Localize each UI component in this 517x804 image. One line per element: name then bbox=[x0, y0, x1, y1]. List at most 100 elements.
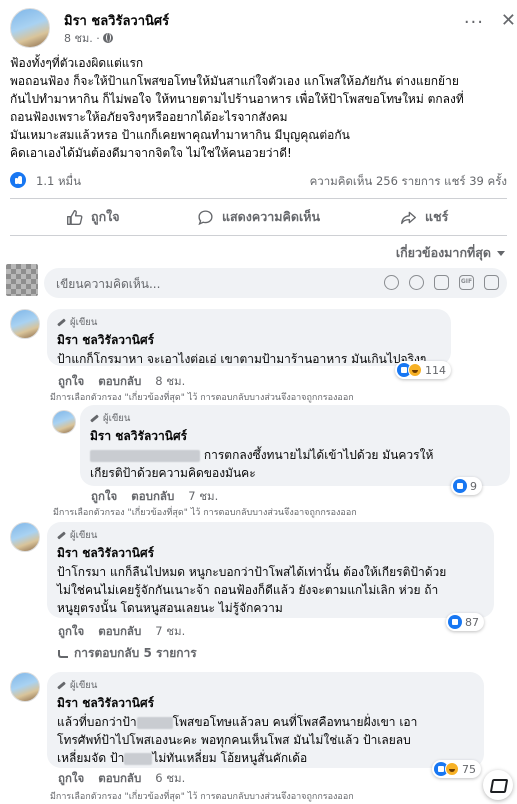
post-actions: ถูกใจ แสดงความคิดเห็น แชร์ bbox=[10, 202, 507, 232]
comment-reactions[interactable]: 87 bbox=[446, 613, 484, 631]
reaction-count: 75 bbox=[462, 762, 476, 776]
post-line: คิดเอาเองได้มันต้องดีมาจากจิตใจ ไม่ใช่ให… bbox=[10, 146, 292, 160]
reaction-count[interactable]: 1.1 หมื่น bbox=[36, 173, 81, 191]
commenter-avatar[interactable] bbox=[10, 522, 40, 552]
commenter-name[interactable]: มิรา ชลวิรัลวานิศร์ bbox=[57, 331, 441, 350]
like-reaction-icon bbox=[10, 172, 26, 188]
author-badge: ผู้เขียน bbox=[90, 412, 500, 425]
emoji-icon[interactable] bbox=[409, 275, 424, 290]
new-message-button[interactable] bbox=[483, 770, 513, 800]
comment-reply-button[interactable]: ตอบกลับ bbox=[98, 770, 141, 788]
commenter-avatar[interactable] bbox=[52, 410, 76, 434]
reaction-count: 114 bbox=[425, 363, 446, 377]
composer-tools: GIF bbox=[384, 275, 499, 290]
view-replies-label: การตอบกลับ 5 รายการ bbox=[74, 646, 197, 660]
post-time[interactable]: 8 ชม. · bbox=[64, 29, 100, 47]
like-reaction-icon bbox=[448, 615, 462, 629]
comment-meta: ถูกใจ ตอบกลับ 6 ชม. bbox=[58, 770, 185, 788]
reaction-count: 9 bbox=[470, 479, 477, 493]
comment-meta: ถูกใจ ตอบกลับ 8 ชม. bbox=[58, 373, 185, 391]
comment-text-segment: โพสขอโทษแล้วลบ คนที่โพสคือทนายฝั่งเขา เอ… bbox=[172, 715, 418, 729]
pen-icon bbox=[90, 414, 99, 423]
share-icon bbox=[401, 211, 417, 224]
comment-meta: ถูกใจ ตอบกลับ 7 ชม. bbox=[58, 623, 185, 641]
redacted-text bbox=[124, 752, 153, 765]
close-icon[interactable]: ✕ bbox=[501, 12, 516, 30]
more-options-icon[interactable]: ··· bbox=[464, 14, 484, 32]
share-button[interactable]: แชร์ bbox=[341, 202, 507, 232]
comment-bubble: ผู้เขียน มิรา ชลวิรัลวานิศร์ แล้วที่บอกว… bbox=[47, 672, 484, 768]
commenter-name[interactable]: มิรา ชลวิรัลวานิศร์ bbox=[57, 694, 474, 713]
comment-reply-button[interactable]: ตอบกลับ bbox=[131, 488, 174, 506]
comment-text: เกียรติป้าด้วยความคิดของมันคะ bbox=[90, 466, 256, 480]
comment-sort-dropdown[interactable]: เกี่ยวข้องมากที่สุด bbox=[396, 243, 505, 263]
camera-icon[interactable] bbox=[434, 275, 449, 290]
post-author-name[interactable]: มิรา ชลวิรัลวานิศร์ bbox=[64, 10, 169, 31]
sticker-icon[interactable] bbox=[484, 275, 499, 290]
commenter-avatar[interactable] bbox=[10, 309, 40, 339]
comment-text: แล้วที่บอกว่าป้า โพสขอโทษแล้วลบ คนที่โพสค… bbox=[57, 713, 474, 731]
comment-meta: ถูกใจ ตอบกลับ 7 ชม. bbox=[91, 488, 218, 506]
comment-like-button[interactable]: ถูกใจ bbox=[91, 488, 117, 506]
comment-bubble: ผู้เขียน มิรา ชลวิรัลวานิศร์ ป้าแกก็โกรม… bbox=[47, 309, 451, 366]
comment-text: ไม่ใช่คนไม่เคยรู้จักกันเนาะจ้า ถอนฟ้องก็… bbox=[57, 583, 439, 597]
post-line: พอถอนฟ้อง ก็จะให้ป้าแกโพสขอโทษให้มันสาแก… bbox=[10, 74, 459, 88]
comment-like-button[interactable]: ถูกใจ bbox=[58, 770, 84, 788]
filter-note: มีการเลือกตัวกรอง "เกี่ยวข้องที่สุด" ไว้… bbox=[50, 792, 354, 802]
commenter-name[interactable]: มิรา ชลวิรัลวานิศร์ bbox=[90, 427, 500, 446]
commenter-avatar[interactable] bbox=[10, 672, 40, 702]
comment-like-button[interactable]: ถูกใจ bbox=[58, 623, 84, 641]
divider bbox=[10, 198, 507, 199]
like-button[interactable]: ถูกใจ bbox=[10, 202, 176, 232]
filter-note: มีการเลือกตัวกรอง "เกี่ยวข้องที่สุด" ไว้… bbox=[53, 508, 357, 518]
comment-text: ป้าแกก็โกรมาหา จะเอาไงต่อเอ่ เขาตามป้ามา… bbox=[57, 352, 427, 366]
author-badge-label: ผู้เขียน bbox=[70, 530, 98, 541]
reaction-count: 87 bbox=[465, 615, 479, 629]
pen-icon bbox=[57, 318, 66, 327]
comment-text: ป้าโกรมา แกก็ลืนไปหมด หนูกะบอกว่าป้าโพสไ… bbox=[57, 565, 447, 579]
comment-time[interactable]: 8 ชม. bbox=[155, 373, 185, 391]
comment-time[interactable]: 6 ชม. bbox=[155, 770, 185, 788]
comment-text-segment: ไม่ทันเหลี่ยม โอ้ยหนูสั่นคักเด้อ bbox=[152, 751, 308, 765]
author-badge-label: ผู้เขียน bbox=[103, 413, 131, 424]
post-line: ฟ้องทั้งๆที่ตัวเองผิดแต่แรก bbox=[10, 56, 144, 70]
comment-placeholder: เขียนความคิดเห็น... bbox=[56, 277, 161, 291]
reply-arrow-icon bbox=[58, 649, 68, 658]
post-line: ถอนฟ้องเพราะให้อภัยจริงๆหรืออยากได้อะไรจ… bbox=[10, 110, 288, 124]
comment-input[interactable]: เขียนความคิดเห็น... GIF bbox=[44, 268, 507, 298]
comment-text: โทรศัพท์ป้าไปโพสเองนะคะ พอทุกคนเห็นโพส ม… bbox=[57, 733, 411, 747]
commenter-name[interactable]: มิรา ชลวิรัลวานิศร์ bbox=[57, 544, 484, 563]
view-replies-link[interactable]: การตอบกลับ 5 รายการ bbox=[58, 644, 197, 663]
comment-bubble: ผู้เขียน มิรา ชลวิรัลวานิศร์ การตกลงซึ้ง… bbox=[80, 405, 510, 486]
comment-icon bbox=[198, 209, 213, 225]
author-avatar[interactable] bbox=[10, 8, 50, 48]
redacted-text bbox=[90, 449, 200, 462]
share-label: แชร์ bbox=[425, 209, 449, 224]
comment-reactions[interactable]: 9 bbox=[451, 477, 482, 495]
pen-icon bbox=[57, 531, 66, 540]
post-meta: 8 ชม. · bbox=[64, 29, 113, 47]
comment-text: การตกลงซึ้งทนายไม่ได้เข้าไปด้วย มันควรให… bbox=[90, 446, 500, 464]
comment-button[interactable]: แสดงความคิดเห็น bbox=[176, 202, 342, 232]
avatar-sticker-icon[interactable] bbox=[384, 275, 399, 290]
comment-text: เหลี่ยมจัด ป้า ไม่ทันเหลี่ยม โอ้ยหนูสั่นค… bbox=[57, 749, 474, 767]
haha-reaction-icon bbox=[445, 762, 459, 776]
comment-reactions[interactable]: 114 bbox=[395, 361, 451, 379]
comments-shares-count[interactable]: ความคิดเห็น 256 รายการ แชร์ 39 ครั้ง bbox=[310, 173, 507, 191]
comment-reply-button[interactable]: ตอบกลับ bbox=[98, 373, 141, 391]
chevron-down-icon bbox=[497, 250, 505, 256]
globe-icon bbox=[102, 33, 113, 43]
pen-icon bbox=[57, 681, 66, 690]
post-header: มิรา ชลวิรัลวานิศร์ 8 ชม. · ··· ✕ bbox=[10, 8, 516, 48]
comment-reply-button[interactable]: ตอบกลับ bbox=[98, 623, 141, 641]
comment-text: หนูยุตรงนั้น โดนหนูสอนเลยนะ ไม่รู้จักควา… bbox=[57, 601, 283, 615]
comment-like-button[interactable]: ถูกใจ bbox=[58, 373, 84, 391]
gif-icon[interactable]: GIF bbox=[459, 275, 474, 290]
sort-label: เกี่ยวข้องมากที่สุด bbox=[395, 245, 491, 260]
author-badge: ผู้เขียน bbox=[57, 316, 441, 329]
comment-reactions[interactable]: 75 bbox=[432, 760, 481, 778]
author-badge: ผู้เขียน bbox=[57, 679, 474, 692]
comment-time[interactable]: 7 ชม. bbox=[155, 623, 185, 641]
comment-time[interactable]: 7 ชม. bbox=[188, 488, 218, 506]
thumbs-up-icon bbox=[67, 209, 83, 225]
